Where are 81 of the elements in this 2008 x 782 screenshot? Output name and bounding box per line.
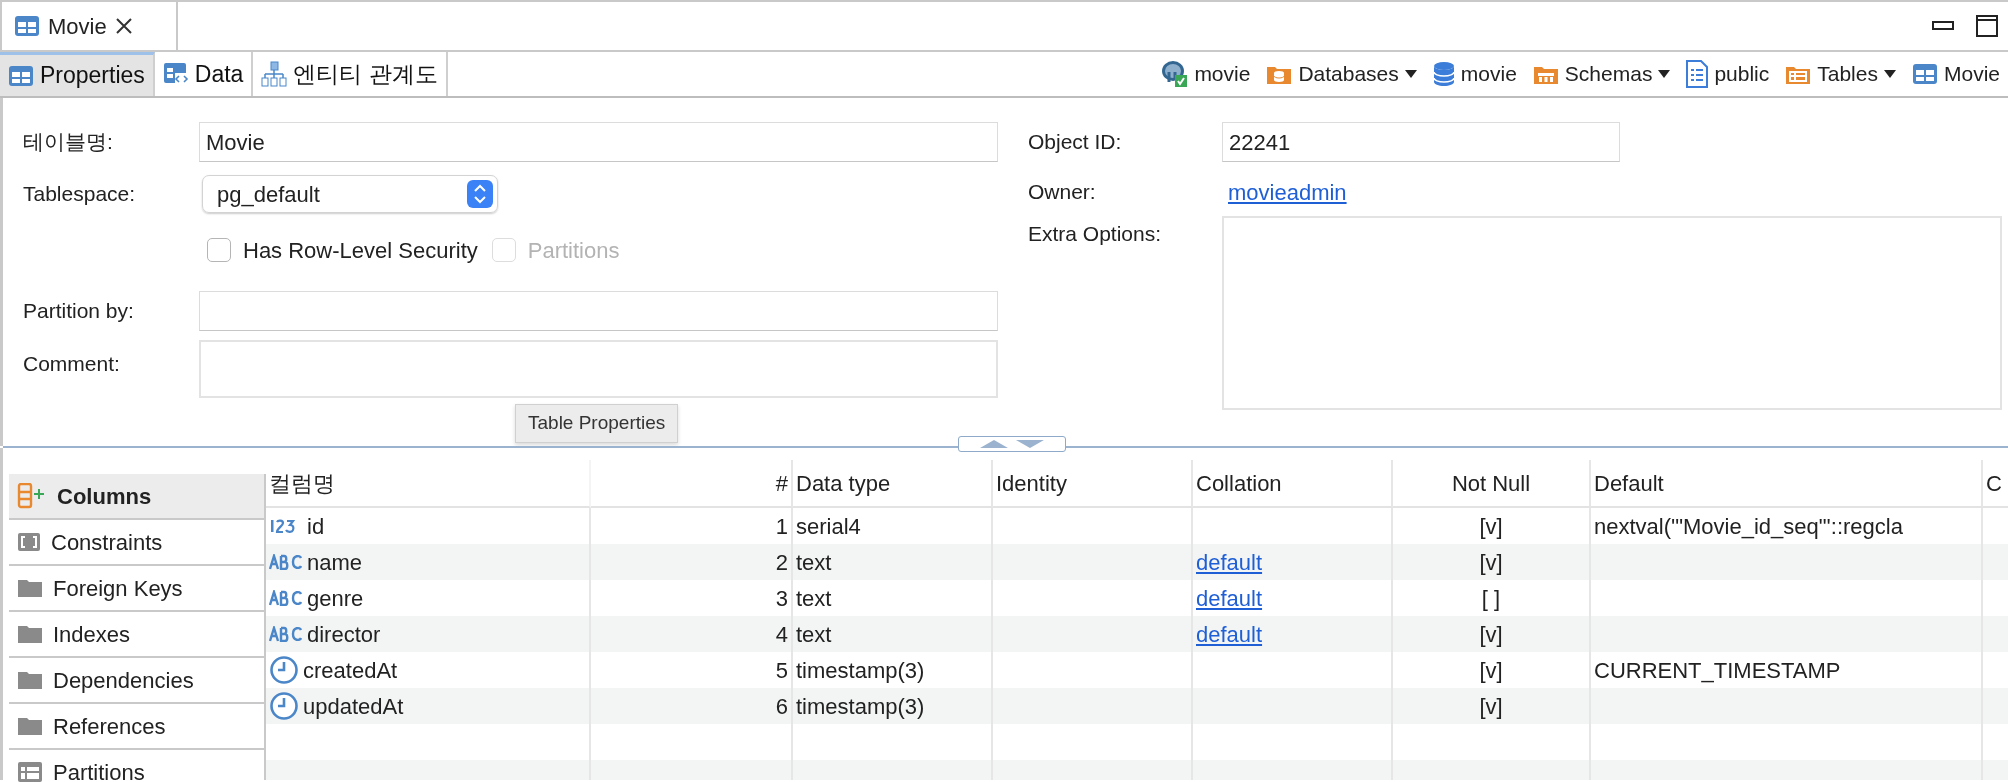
field-label: Partition by: xyxy=(23,298,135,325)
folder-icon xyxy=(17,670,43,690)
collation-link[interactable]: default xyxy=(1196,545,1263,579)
breadcrumb-item[interactable]: Schemas xyxy=(1532,58,1671,90)
breadcrumb-item[interactable]: Tables xyxy=(1785,58,1896,90)
breadcrumb-item[interactable]: Movie xyxy=(1911,58,2000,90)
caret-icon xyxy=(1404,70,1417,78)
column-name: director xyxy=(307,620,381,649)
input-field[interactable] xyxy=(199,291,998,331)
column-header[interactable]: Data type xyxy=(793,460,993,508)
table-icon xyxy=(14,15,40,37)
input-field[interactable]: 22241 xyxy=(1222,122,1620,162)
field-label: Comment: xyxy=(23,351,121,377)
table-cell: [v] xyxy=(1393,616,1591,652)
caret-icon xyxy=(1883,70,1896,78)
column-header[interactable]: Collation xyxy=(1193,460,1393,508)
table-icon xyxy=(17,761,43,782)
column-header[interactable]: Default xyxy=(1591,460,1983,508)
column-name: createdAt xyxy=(303,656,398,685)
comment-field[interactable] xyxy=(199,340,998,398)
field-label: Object ID: xyxy=(1028,129,1123,156)
column-header[interactable]: Not Null xyxy=(1393,460,1591,508)
field-label: Extra Options: xyxy=(1028,221,1163,247)
columns-add-icon xyxy=(17,483,47,509)
column-header[interactable]: # xyxy=(591,460,793,508)
table-icon xyxy=(1911,63,1938,85)
table-cell: timestamp(3) xyxy=(793,688,993,724)
collation-link[interactable]: default xyxy=(1196,617,1263,651)
hierarchy-icon xyxy=(261,61,288,87)
table-cell: 6 xyxy=(591,688,793,724)
breadcrumb-item[interactable]: movie xyxy=(1160,58,1251,90)
breadcrumb-item[interactable]: public xyxy=(1686,58,1770,90)
input-field[interactable]: Movie xyxy=(199,122,998,162)
close-icon xyxy=(114,17,133,35)
column-header[interactable]: Identity xyxy=(993,460,1193,508)
column-header[interactable]: 컬럼명 xyxy=(266,460,591,508)
sash-handle[interactable] xyxy=(958,436,1066,452)
select-field[interactable]: pg_default xyxy=(202,175,498,213)
table-cell: text xyxy=(793,544,993,580)
maximize-icon xyxy=(1976,15,1998,37)
tab-title: Movie xyxy=(48,12,107,41)
table-cell: [v] xyxy=(1393,688,1591,724)
document-icon xyxy=(1686,60,1709,88)
text-type-icon xyxy=(269,590,303,606)
tab[interactable]: Properties xyxy=(0,52,155,96)
extra-options-field[interactable] xyxy=(1222,216,2002,410)
column-name: genre xyxy=(307,584,364,613)
folder-icon xyxy=(17,716,43,736)
breadcrumb-item[interactable]: Databases xyxy=(1266,58,1417,90)
clock-icon xyxy=(269,655,299,685)
folder-icon xyxy=(17,578,43,598)
table-code-icon xyxy=(162,62,189,86)
field-label: Owner: xyxy=(1028,179,1097,206)
field-label: Tablespace: xyxy=(23,181,137,208)
owner-link[interactable]: movieadmin xyxy=(1228,175,1347,209)
column-name: updatedAt xyxy=(303,692,404,721)
column-name: name xyxy=(307,548,363,577)
tooltip: Table Properties xyxy=(515,404,679,443)
bracket-icon xyxy=(17,532,41,552)
column-header[interactable]: C xyxy=(1983,460,2008,508)
sidebar-item[interactable]: Columns xyxy=(9,474,264,520)
editor-tab[interactable]: Movie xyxy=(0,2,178,50)
table-cell: text xyxy=(793,616,993,652)
text-type-icon xyxy=(269,554,303,570)
table-cell: 4 xyxy=(591,616,793,652)
table-cell: 2 xyxy=(591,544,793,580)
folder-icon xyxy=(17,624,43,644)
caret-icon xyxy=(1658,70,1671,78)
database-icon xyxy=(1432,61,1455,87)
checkbox[interactable]: Has Row-Level Security xyxy=(207,233,478,267)
table-cell: [v] xyxy=(1393,544,1591,580)
breadcrumb-item[interactable]: movie xyxy=(1432,58,1517,90)
table-icon xyxy=(8,64,34,87)
text-type-icon xyxy=(269,626,303,642)
field-label: 테이블명: xyxy=(23,129,114,156)
clock-icon xyxy=(269,691,299,721)
column-name: id xyxy=(307,512,325,541)
minimize-icon xyxy=(1932,21,1954,31)
elephant-icon xyxy=(1160,60,1189,88)
collation-link[interactable]: default xyxy=(1196,581,1263,615)
stepper-icon xyxy=(467,180,493,208)
